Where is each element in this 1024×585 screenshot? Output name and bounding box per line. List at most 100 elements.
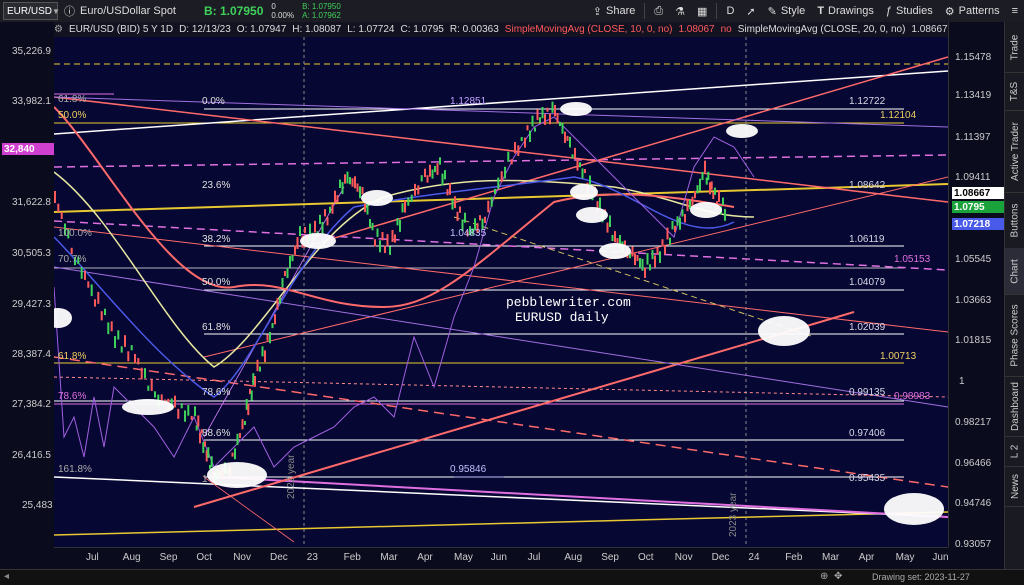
time-axis-label: Sep xyxy=(601,552,619,563)
time-axis-label: Feb xyxy=(343,552,361,563)
candle xyxy=(199,432,201,444)
studies-button[interactable]: ƒ Studies xyxy=(880,0,939,22)
fib-label: 50.0% xyxy=(202,277,231,288)
candle xyxy=(247,403,250,416)
candle xyxy=(410,194,413,202)
candle xyxy=(336,195,339,203)
candle xyxy=(376,228,379,237)
right-axis-label: 0.94746 xyxy=(955,498,992,509)
info-icon[interactable]: ⓘ xyxy=(64,3,78,19)
candle xyxy=(356,183,359,192)
symbol-selector[interactable]: EUR/USD ▼ xyxy=(3,2,60,20)
tab-trade[interactable]: Trade xyxy=(1005,22,1024,73)
share-label: Share xyxy=(606,5,636,17)
candle xyxy=(694,191,696,199)
crosshair-button[interactable]: ➚ xyxy=(740,0,761,22)
candle xyxy=(399,220,401,232)
price-chart[interactable]: 0.0% 23.6% 38.2% 50.0% 61.8% 78.6% 88.6%… xyxy=(54,37,948,547)
grid-button[interactable]: ▦ xyxy=(691,0,713,22)
candle xyxy=(329,206,331,213)
style-label: Style xyxy=(780,5,806,17)
sma20-study[interactable]: SimpleMovingAvg (CLOSE, 20, 0, no) xyxy=(738,24,906,35)
candle xyxy=(484,216,486,223)
candle xyxy=(274,314,276,325)
tab-phase-scores[interactable]: Phase Scores xyxy=(1005,294,1024,377)
candle xyxy=(304,227,306,234)
level-label: 0.97406 xyxy=(849,428,886,439)
tab-label: News xyxy=(1009,473,1021,499)
share-button[interactable]: ⇪ Share xyxy=(587,0,642,22)
candle xyxy=(424,168,426,177)
candle xyxy=(117,330,120,340)
candle xyxy=(177,408,180,419)
time-axis[interactable]: Jul Aug Sep Oct Nov Dec 23 Feb Mar Apr May Jun Jul Au… xyxy=(54,547,949,570)
flask-button[interactable]: ⚗ xyxy=(669,0,691,22)
bar-high: H: 1.08087 xyxy=(292,24,342,35)
candle xyxy=(504,166,506,179)
candle xyxy=(641,258,644,271)
right-sidebar: Trade T&S Active Trader Buttons Chart Ph… xyxy=(1004,22,1024,569)
candle xyxy=(659,251,661,263)
candle xyxy=(718,190,720,202)
candle xyxy=(234,448,236,460)
tab-label: Active Trader xyxy=(1009,121,1021,181)
tab-time-sales[interactable]: T&S xyxy=(1005,72,1024,111)
level-label: 0.99135 xyxy=(849,387,886,398)
drawing-set-label[interactable]: Drawing set: 2023-11-27 xyxy=(872,572,970,582)
period-selector[interactable]: D xyxy=(720,0,740,22)
fib-label: 70.7% xyxy=(58,254,87,265)
candle xyxy=(611,234,614,241)
pan-icon[interactable]: ✥ xyxy=(834,571,842,582)
level-label: 1.04079 xyxy=(849,277,886,288)
right-price-axis[interactable]: 1.15478 1.13419 1.11397 1.09411 1.05545 … xyxy=(948,22,1005,550)
chart-canvas[interactable] xyxy=(54,37,948,547)
candle xyxy=(664,244,666,255)
sma10-study[interactable]: SimpleMovingAvg (CLOSE, 10, 0, no) xyxy=(505,24,673,35)
tab-level2[interactable]: L 2 xyxy=(1005,436,1024,467)
candle xyxy=(429,164,431,177)
candle xyxy=(639,258,641,268)
candle xyxy=(256,359,259,372)
candle xyxy=(441,173,444,186)
tab-chart[interactable]: Chart xyxy=(1005,248,1024,295)
left-axis-label: 33,982.1 xyxy=(12,96,51,107)
candle xyxy=(266,334,269,341)
tab-buttons[interactable]: Buttons xyxy=(1005,192,1024,249)
candle xyxy=(289,255,291,268)
style-button[interactable]: ✎ Style xyxy=(762,0,812,22)
left-price-axis[interactable]: 35,226.9 33,982.1 31,622.8 30,505.3 29,4… xyxy=(0,22,55,547)
scroll-left-icon[interactable]: ◂ xyxy=(4,571,9,582)
zoom-icon[interactable]: ⊕ xyxy=(820,571,828,582)
candle xyxy=(559,121,561,126)
drawings-button[interactable]: T Drawings xyxy=(811,0,880,22)
candle xyxy=(236,433,239,445)
candle xyxy=(510,159,513,165)
candle xyxy=(261,346,264,357)
time-axis-label: Mar xyxy=(380,552,398,563)
sma20-value: 1.08667 xyxy=(911,24,948,35)
tab-dashboard[interactable]: Dashboard xyxy=(1005,376,1024,437)
time-axis-label: Feb xyxy=(785,552,803,563)
more-menu-button[interactable]: ≡ xyxy=(1006,0,1024,22)
status-bar: ◂ ⊕ ✥ Drawing set: 2023-11-27 xyxy=(0,569,1024,585)
print-button[interactable]: ⎙ xyxy=(648,0,669,22)
cursor-icon: ➚ xyxy=(746,5,756,18)
tab-active-trader[interactable]: Active Trader xyxy=(1005,110,1024,193)
candle xyxy=(239,433,241,439)
studies-icon: ƒ xyxy=(885,5,893,17)
candle xyxy=(90,284,93,297)
candle xyxy=(671,221,674,230)
patterns-button[interactable]: ⚙ Patterns xyxy=(939,0,1006,22)
candle xyxy=(319,214,321,225)
tab-news[interactable]: News xyxy=(1005,466,1024,507)
candle xyxy=(57,203,60,212)
fib-label: 0.0% xyxy=(202,96,225,107)
fib-label: 78.6% xyxy=(58,391,87,402)
level-label: 1.12851 xyxy=(450,96,487,107)
candle xyxy=(564,131,566,143)
settings-icon[interactable]: ⚙ xyxy=(54,24,63,35)
candle xyxy=(197,415,200,427)
drawings-label: Drawings xyxy=(828,5,874,17)
year-label: 2023 year xyxy=(728,492,739,537)
candle xyxy=(84,270,86,280)
